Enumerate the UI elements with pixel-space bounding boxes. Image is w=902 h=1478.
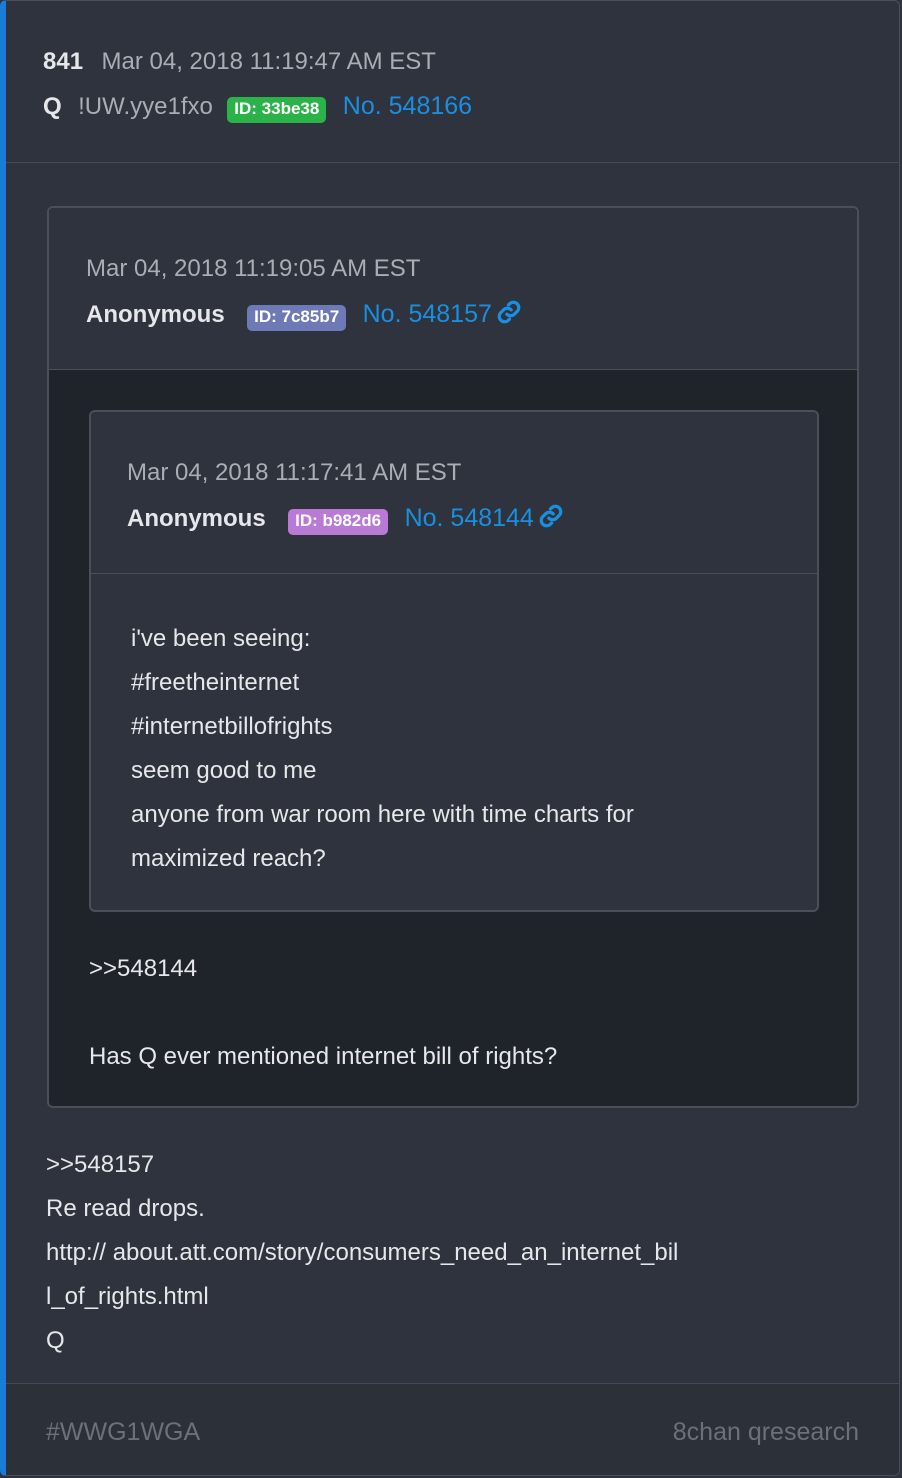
body-line: Re read drops.: [46, 1195, 205, 1222]
post-id-badge: ID: 33be38: [227, 96, 327, 123]
body-line: anyone from war room here with time char…: [131, 801, 634, 828]
body-line: #internetbillofrights: [131, 713, 333, 740]
quoted-post-number-link[interactable]: No. 548157: [363, 300, 492, 328]
body-line: >>548157: [46, 1151, 155, 1178]
footer-hashtag: #WWG1WGA: [46, 1418, 201, 1446]
body-line: http:// about.att.com/story/consumers_ne…: [46, 1239, 679, 1266]
body-line: Has Q ever mentioned internet bill of ri…: [89, 1043, 558, 1070]
post-date: Mar 04, 2018 11:19:47 AM EST: [101, 48, 436, 75]
link-icon[interactable]: [496, 299, 522, 330]
body-line: Q: [46, 1327, 65, 1354]
body-line: maximized reach?: [131, 845, 326, 872]
body-line-blank: [89, 991, 557, 1035]
body-line: #freetheinternet: [131, 669, 300, 696]
nested-post-number-link[interactable]: No. 548144: [405, 504, 534, 532]
quoted-post-author: Anonymous: [86, 301, 225, 328]
q-post-card: 841 Mar 04, 2018 11:19:47 AM EST Q !UW.y…: [0, 0, 900, 1476]
post-number-link[interactable]: No. 548166: [343, 92, 472, 120]
footer-source: 8chan qresearch: [672, 1418, 859, 1446]
quoted-post-header: Mar 04, 2018 11:19:05 AM EST Anonymous I…: [49, 208, 857, 370]
post-body: >>548157 Re read drops. http:// about.at…: [46, 1143, 678, 1363]
link-icon[interactable]: [538, 503, 564, 534]
quoted-post-548144: Mar 04, 2018 11:17:41 AM EST Anonymous I…: [89, 410, 819, 912]
body-line: seem good to me: [131, 757, 317, 784]
quoted-post-date: Mar 04, 2018 11:19:05 AM EST: [86, 255, 421, 282]
post-footer: #WWG1WGA 8chan qresearch: [6, 1383, 899, 1475]
body-line: l_of_rights.html: [46, 1283, 209, 1310]
nested-post-author: Anonymous: [127, 505, 266, 532]
nested-post-id-badge: ID: b982d6: [288, 508, 389, 535]
body-line: >>548144: [89, 955, 198, 982]
post-header: 841 Mar 04, 2018 11:19:47 AM EST Q !UW.y…: [6, 1, 899, 163]
post-number: 841: [43, 48, 84, 75]
quoted-post-548157: Mar 04, 2018 11:19:05 AM EST Anonymous I…: [47, 206, 859, 1108]
nested-post-date: Mar 04, 2018 11:17:41 AM EST: [127, 459, 462, 486]
quoted-post-id-badge: ID: 7c85b7: [247, 304, 347, 331]
post-tripcode: !UW.yye1fxo: [78, 93, 213, 120]
quoted-post-body: >>548144 Has Q ever mentioned internet b…: [89, 947, 557, 1079]
nested-post-header: Mar 04, 2018 11:17:41 AM EST Anonymous I…: [91, 412, 817, 574]
body-line: i've been seeing:: [131, 625, 311, 652]
nested-post-body: i've been seeing: #freetheinternet #inte…: [131, 617, 634, 881]
post-author: Q: [43, 93, 62, 120]
